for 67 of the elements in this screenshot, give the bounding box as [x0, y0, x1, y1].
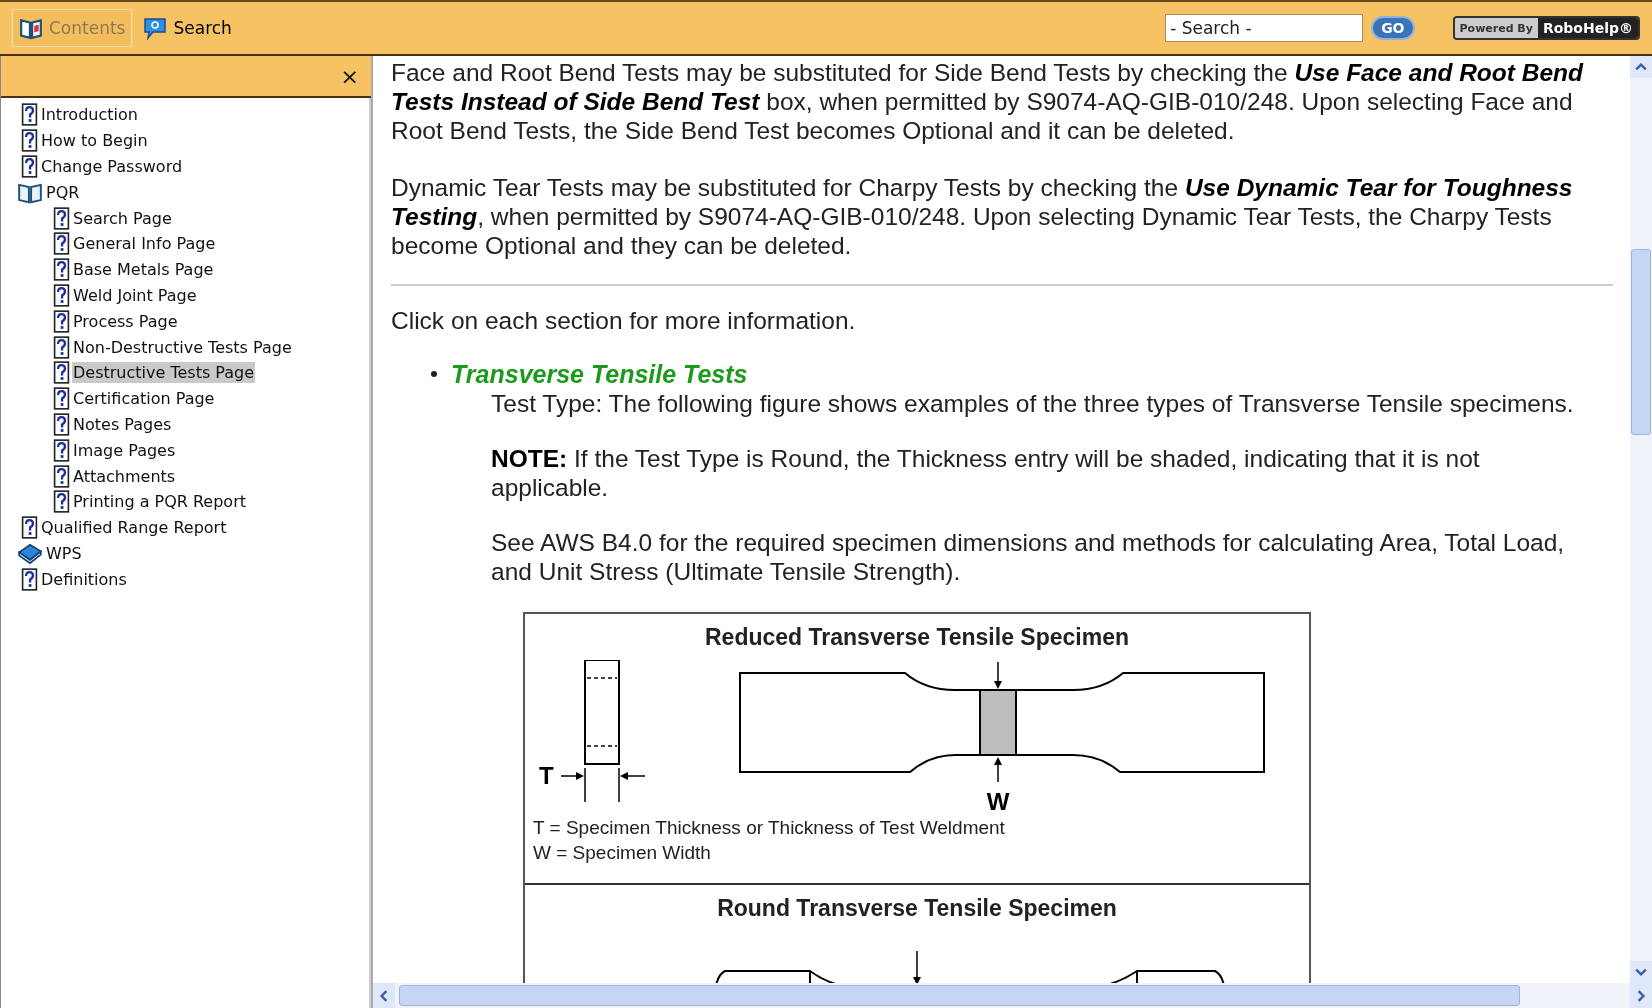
tree-item[interactable]: How to Begin: [40, 130, 149, 152]
paragraph: Dynamic Tear Tests may be substituted for Charpy Tests by checking the Use Dynamic Tear for Toughness Testing, when permitted by S9074-AQ-GIB-010/248. Upon selecting Dynamic Tear Tests, the Charpy Tests become Optional and they can be deleted.: [391, 173, 1574, 260]
closed-book-icon[interactable]: [17, 541, 43, 565]
tree-item[interactable]: WPS: [45, 542, 83, 564]
book-icon: [19, 16, 43, 40]
figure-title: Reduced Transverse Tensile Specimen: [704, 623, 1130, 652]
tree-item[interactable]: Introduction: [40, 104, 139, 126]
tree-item[interactable]: Notes Pages: [72, 413, 173, 435]
dimension-label: T: [539, 762, 554, 789]
speech-bubble-icon: [143, 16, 168, 40]
help-page-icon: [53, 412, 70, 436]
badge-prefix: Powered By: [1454, 18, 1538, 38]
tree-item[interactable]: Change Password: [40, 156, 184, 177]
bullet-icon: [431, 371, 437, 377]
scroll-left-icon[interactable]: [373, 983, 395, 1008]
paragraph: NOTE: If the Test Type is Round, the Thickness entry will be shaded, indicating that it is not applicable.: [491, 444, 1481, 502]
help-page-icon: [53, 206, 70, 230]
tree-item[interactable]: Definitions: [40, 568, 128, 590]
scroll-thumb[interactable]: [1631, 249, 1651, 435]
go-button[interactable]: GO: [1371, 16, 1415, 40]
paragraph: Test Type: The following figure shows examples of the three types of Transverse Tensile specimens.: [491, 389, 1575, 418]
tree-item[interactable]: Certification Page: [72, 388, 216, 410]
paragraph: Face and Root Bend Tests may be substituted for Side Bend Tests by checking the Use Face and Root Bend Tests Instead of Side Bend Test box, when permitted by S9074-AQ-GIB-010/248. Upon selecting Face and Root Bend Tests, the Side Bend Test becomes Optional and it can be deleted.: [391, 58, 1585, 145]
horizontal-scrollbar[interactable]: [373, 983, 1652, 1008]
scroll-right-icon[interactable]: [1630, 983, 1652, 1008]
figure-title: Round Transverse Tensile Specimen: [716, 894, 1118, 923]
paragraph: Click on each section for more information.: [391, 306, 857, 335]
nav-tab[interactable]: Search: [136, 9, 239, 47]
help-page-icon: [53, 490, 70, 514]
tree-item[interactable]: General Info Page: [72, 233, 217, 255]
tree-item[interactable]: Destructive Tests Page: [72, 362, 256, 384]
vertical-scrollbar[interactable]: [1630, 56, 1652, 983]
help-page-icon: [21, 129, 38, 153]
scroll-up-icon[interactable]: [1630, 56, 1652, 78]
tree-item[interactable]: Search Page: [72, 207, 173, 229]
tree-item[interactable]: Process Page: [72, 310, 179, 332]
help-page-icon: [21, 103, 38, 127]
help-page-icon: [21, 516, 38, 540]
help-page-icon: [53, 438, 70, 462]
tree-item[interactable]: Weld Joint Page: [72, 284, 198, 306]
help-page-icon: [53, 232, 70, 256]
help-page-icon: [53, 283, 70, 307]
tree-item[interactable]: Qualified Range Report: [40, 517, 228, 539]
help-page-icon: [53, 335, 70, 359]
tree-item[interactable]: Non-Destructive Tests Page: [72, 336, 293, 358]
legend-text: T = Specimen Thickness or Thickness of Test Weldment: [532, 816, 1006, 840]
search-field[interactable]: - Search -: [1165, 14, 1364, 42]
help-page-icon: [53, 387, 70, 411]
help-page-icon: [53, 361, 70, 385]
help-page-icon: [53, 258, 70, 282]
help-page-icon: [53, 464, 70, 488]
tree-item[interactable]: Image Pages: [72, 439, 177, 461]
legend-text: W = Specimen Width: [532, 841, 712, 865]
tree-item[interactable]: Printing a PQR Report: [72, 491, 247, 513]
tree-item[interactable]: Attachments: [72, 465, 177, 487]
scroll-thumb[interactable]: [399, 985, 1520, 1006]
scroll-down-icon[interactable]: [1630, 961, 1652, 983]
help-page-icon: [21, 567, 38, 591]
dimension-label: W: [986, 788, 1010, 815]
paragraph: See AWS B4.0 for the required specimen dimensions and methods for calculating Area, Total Load, and Unit Stress (Ultimate Tensile Strength).: [491, 528, 1566, 586]
close-button[interactable]: ×: [336, 63, 363, 89]
tree-item[interactable]: PQR: [45, 181, 81, 203]
help-page-icon: [53, 309, 70, 333]
help-page-icon: [21, 155, 38, 178]
section-link[interactable]: Transverse Tensile Tests: [451, 359, 748, 389]
tree-item[interactable]: Base Metals Page: [72, 259, 215, 281]
badge-brand: RoboHelp®: [1537, 18, 1638, 38]
